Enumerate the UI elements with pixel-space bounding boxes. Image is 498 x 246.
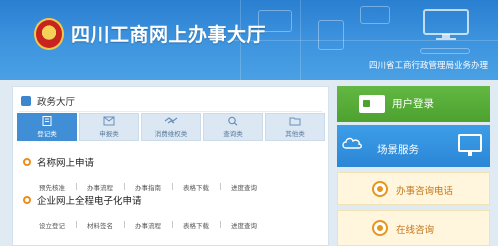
link-process[interactable]: 办事流程 bbox=[87, 182, 125, 192]
link-process[interactable]: 办事流程 bbox=[135, 220, 173, 230]
site-subtitle: 四川省工商行政管理局业务办理 bbox=[368, 61, 488, 71]
section-title-text: 名称网上申请 bbox=[37, 158, 95, 169]
tab-declaration[interactable]: 申报类 bbox=[79, 113, 139, 141]
phone-icon bbox=[372, 181, 388, 197]
link-progress-query[interactable]: 进度查询 bbox=[231, 220, 269, 230]
online-consult-label: 在线咨询 bbox=[396, 225, 435, 236]
panel-header: 政务大厅 bbox=[21, 93, 75, 109]
tab-query[interactable]: 查询类 bbox=[203, 113, 263, 141]
tab-label: 消费维权类 bbox=[154, 130, 188, 138]
login-icon bbox=[359, 95, 385, 113]
emblem-logo: ★ bbox=[34, 18, 64, 50]
bullet-icon bbox=[23, 158, 31, 166]
section-enterprise-application: 企业网上全程电子化申请 设立登记 材料签名 办事流程 表格下载 进度查询 bbox=[23, 193, 279, 230]
online-consult-button[interactable]: 在线咨询 bbox=[337, 210, 490, 246]
handshake-icon bbox=[164, 117, 178, 124]
section-links: 设立登记 材料签名 办事流程 表格下载 进度查询 bbox=[23, 220, 279, 230]
tab-registration[interactable]: 登记类 bbox=[17, 113, 77, 141]
section-title-text: 企业网上全程电子化申请 bbox=[37, 196, 142, 207]
tab-other[interactable]: 其他类 bbox=[265, 113, 325, 141]
bullet-icon bbox=[23, 196, 31, 204]
link-pre-approval[interactable]: 预先核准 bbox=[39, 182, 77, 192]
link-guide[interactable]: 办事指南 bbox=[135, 182, 173, 192]
section-links: 预先核准 办事流程 办事指南 表格下载 进度查询 bbox=[23, 182, 279, 192]
section-title: 名称网上申请 bbox=[23, 155, 279, 169]
scene-service-button[interactable]: 场景服务 bbox=[337, 125, 490, 167]
link-form-download[interactable]: 表格下载 bbox=[183, 182, 221, 192]
header-decoration bbox=[360, 6, 390, 24]
link-form-download[interactable]: 表格下载 bbox=[183, 220, 221, 230]
link-establish-registration[interactable]: 设立登记 bbox=[39, 220, 77, 230]
section-title: 企业网上全程电子化申请 bbox=[23, 193, 279, 207]
section-name-application: 名称网上申请 预先核准 办事流程 办事指南 表格下载 进度查询 bbox=[23, 155, 279, 192]
link-material-signature[interactable]: 材料签名 bbox=[87, 220, 125, 230]
tab-label: 申报类 bbox=[99, 130, 119, 138]
search-icon bbox=[228, 116, 238, 126]
header-decoration bbox=[318, 20, 344, 50]
tab-label: 其他类 bbox=[285, 130, 305, 138]
document-icon bbox=[42, 116, 52, 126]
site-header: ★ 四川工商网上办事大厅 四川省工商行政管理局业务办理 bbox=[0, 0, 498, 80]
mail-icon bbox=[103, 116, 115, 126]
tablet-icon bbox=[458, 134, 482, 156]
hall-icon bbox=[21, 96, 31, 106]
consult-phone-button[interactable]: 办事咨询电话 bbox=[337, 172, 490, 205]
consult-phone-label: 办事咨询电话 bbox=[396, 186, 454, 197]
tab-label: 登记类 bbox=[37, 130, 57, 138]
scene-service-label: 场景服务 bbox=[377, 144, 419, 156]
cloud-icon bbox=[342, 137, 362, 149]
category-tabs: 登记类 申报类 消费维权类 查询类 其他类 bbox=[17, 113, 325, 141]
site-title: 四川工商网上办事大厅 bbox=[71, 24, 267, 46]
user-login-button[interactable]: 用户登录 bbox=[337, 86, 490, 122]
government-hall-panel: 政务大厅 登记类 申报类 消费维权类 查询类 其他类 名称网上申请 预先核准 办… bbox=[12, 86, 329, 246]
folder-icon bbox=[289, 117, 301, 126]
link-progress-query[interactable]: 进度查询 bbox=[231, 182, 269, 192]
header-decoration bbox=[420, 48, 470, 54]
tab-label: 查询类 bbox=[223, 130, 243, 138]
tab-consumer-rights[interactable]: 消费维权类 bbox=[141, 113, 201, 141]
chat-icon bbox=[372, 220, 388, 236]
divider bbox=[19, 111, 322, 112]
panel-title: 政务大厅 bbox=[37, 97, 76, 108]
monitor-icon bbox=[423, 9, 469, 40]
user-login-label: 用户登录 bbox=[392, 98, 434, 110]
